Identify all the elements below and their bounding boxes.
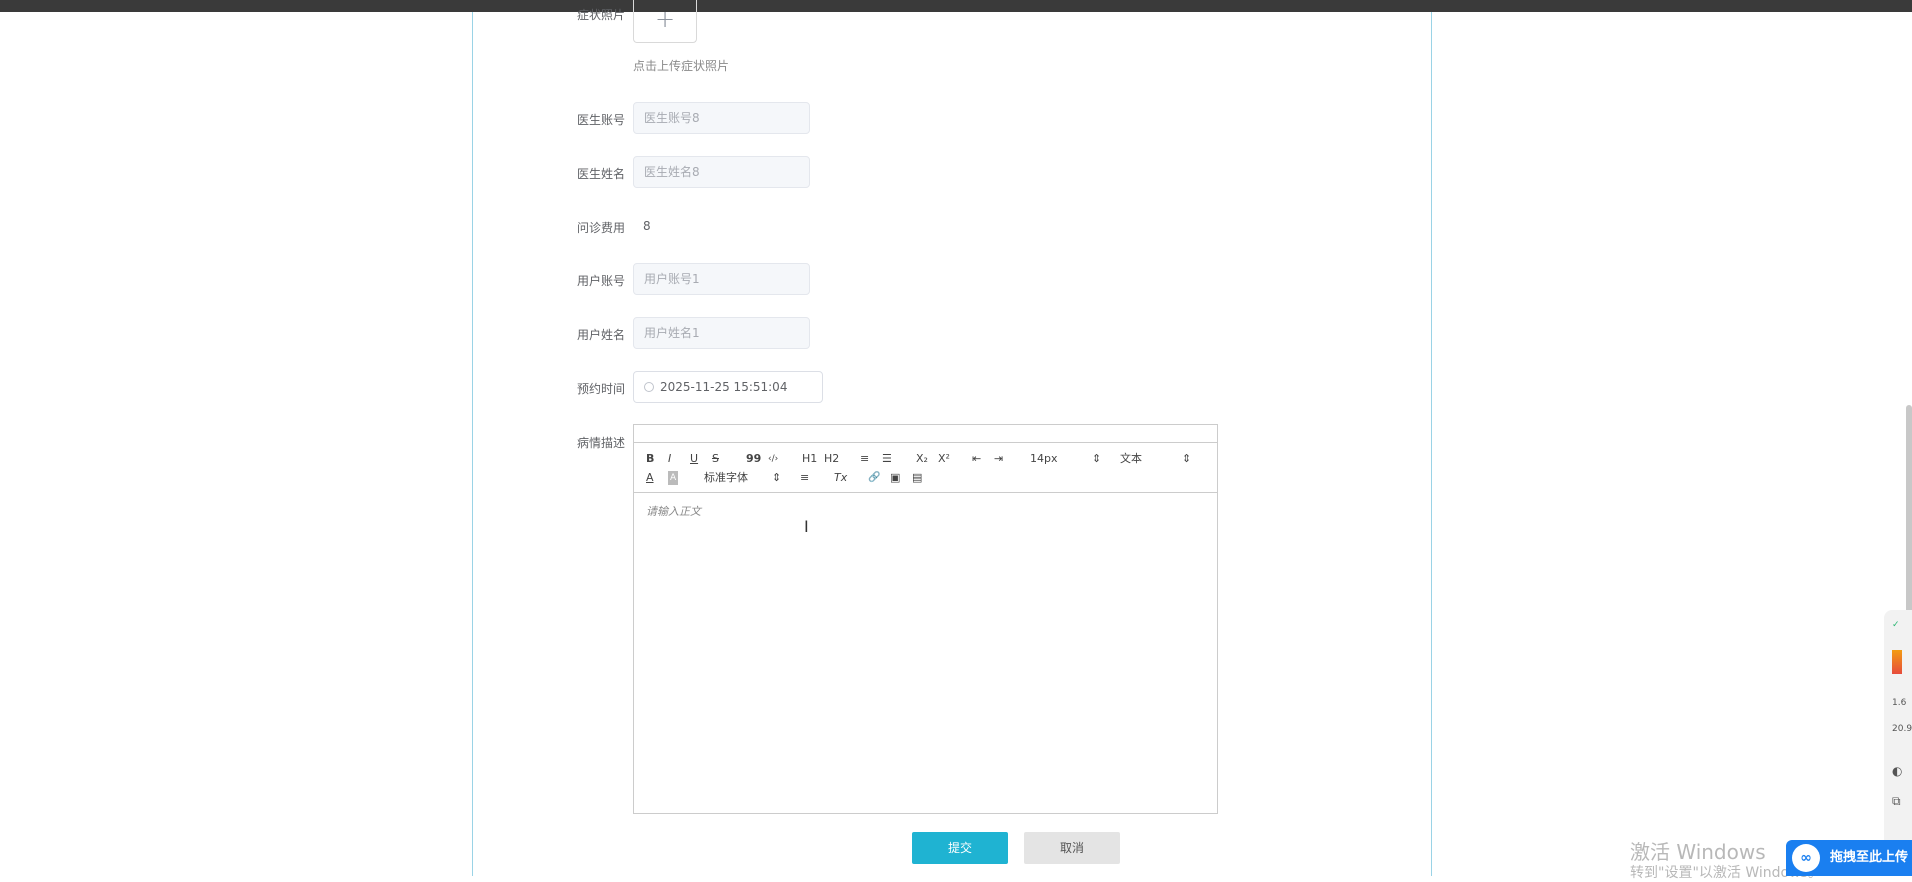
- font-chevron-icon: ⇕: [772, 471, 782, 484]
- doctor-account-label: 医生账号: [576, 113, 625, 127]
- font-color-icon[interactable]: A: [646, 471, 654, 485]
- size-chevron-icon: ⇕: [1092, 452, 1102, 465]
- cancel-button[interactable]: 取消: [1024, 832, 1120, 864]
- gauge-icon: [1892, 650, 1902, 674]
- bullet-list-icon[interactable]: ☰: [882, 452, 892, 466]
- video-icon[interactable]: ▤: [912, 471, 922, 485]
- plus-icon: +: [654, 5, 676, 33]
- upload-tip: 点击上传症状照片: [633, 59, 730, 73]
- editor-placeholder: 请输入正文: [646, 505, 701, 518]
- user-account-label: 用户账号: [576, 274, 625, 288]
- browser-top-bar: [0, 0, 1912, 12]
- description-label: 病情描述: [576, 436, 625, 450]
- windows-activation-watermark: 激活 Windows: [1630, 840, 1766, 864]
- clock-icon: [644, 382, 654, 392]
- underline-icon[interactable]: U: [690, 452, 698, 466]
- font-select[interactable]: 标准字体: [704, 471, 748, 485]
- doctor-name-label: 医生姓名: [576, 167, 625, 181]
- indent-increase-icon[interactable]: ⇥: [994, 452, 1003, 466]
- appointment-label: 预约时间: [576, 382, 625, 396]
- fee-value: 8: [643, 219, 651, 233]
- drag-upload-label: 拖拽至此上传: [1830, 850, 1909, 865]
- text-cursor-icon: I: [804, 517, 809, 536]
- page-scrollbar[interactable]: [1906, 405, 1912, 625]
- appointment-value: 2025-11-25 15:51:04: [660, 380, 788, 394]
- crop-icon: ⧉: [1892, 794, 1901, 808]
- editor-top-border: [634, 425, 1217, 443]
- subscript-icon[interactable]: X₂: [916, 452, 928, 466]
- cloud-drive-icon: ∞: [1792, 844, 1820, 872]
- photo-label: 症状照片: [576, 8, 625, 22]
- background-color-icon[interactable]: A: [668, 471, 679, 485]
- fee-label: 问诊费用: [576, 221, 625, 235]
- strike-icon[interactable]: S: [712, 452, 719, 466]
- header-select[interactable]: 文本: [1120, 452, 1142, 466]
- doctor-name-field[interactable]: 医生姓名8: [633, 156, 810, 188]
- size-select[interactable]: 14px: [1030, 452, 1058, 466]
- h1-icon[interactable]: H1: [802, 452, 817, 466]
- submit-button[interactable]: 提交: [912, 832, 1008, 864]
- user-name-label: 用户姓名: [576, 328, 625, 342]
- italic-icon[interactable]: I: [668, 452, 671, 466]
- moon-icon: ◐: [1892, 764, 1903, 778]
- system-monitor-widget[interactable]: ✓ 1.6 20.9 ◐ ⧉: [1884, 610, 1912, 876]
- editor-toolbar: B I U S 99 ‹/› H1 H2 ≡ ☰ X₂ X² ⇤ ⇥ 14px …: [634, 443, 1217, 493]
- align-icon[interactable]: ≡: [800, 471, 809, 485]
- code-icon[interactable]: ‹/›: [768, 452, 778, 466]
- ordered-list-icon[interactable]: ≡: [860, 452, 869, 466]
- shield-icon: ✓: [1892, 620, 1900, 630]
- photo-upload-button[interactable]: +: [633, 0, 697, 43]
- rich-text-editor: B I U S 99 ‹/› H1 H2 ≡ ☰ X₂ X² ⇤ ⇥ 14px …: [633, 424, 1218, 814]
- indent-decrease-icon[interactable]: ⇤: [972, 452, 981, 466]
- user-name-field[interactable]: 用户姓名1: [633, 317, 810, 349]
- doctor-account-field[interactable]: 医生账号8: [633, 102, 810, 134]
- editor-body[interactable]: 请输入正文 I: [634, 493, 1217, 811]
- user-account-field[interactable]: 用户账号1: [633, 263, 810, 295]
- drag-upload-button[interactable]: ∞ 拖拽至此上传: [1786, 840, 1912, 876]
- link-icon[interactable]: 🔗: [868, 471, 880, 485]
- side-stat-2: 20.9: [1892, 724, 1912, 734]
- quote-icon[interactable]: 99: [746, 452, 761, 466]
- header-chevron-icon: ⇕: [1182, 452, 1192, 465]
- bold-icon[interactable]: B: [646, 452, 654, 466]
- h2-icon[interactable]: H2: [824, 452, 839, 466]
- appointment-date-picker[interactable]: 2025-11-25 15:51:04: [633, 371, 823, 403]
- side-stat-1: 1.6: [1892, 698, 1907, 708]
- superscript-icon[interactable]: X²: [938, 452, 950, 466]
- clean-format-icon[interactable]: Tx: [834, 471, 847, 485]
- image-icon[interactable]: ▣: [890, 471, 900, 485]
